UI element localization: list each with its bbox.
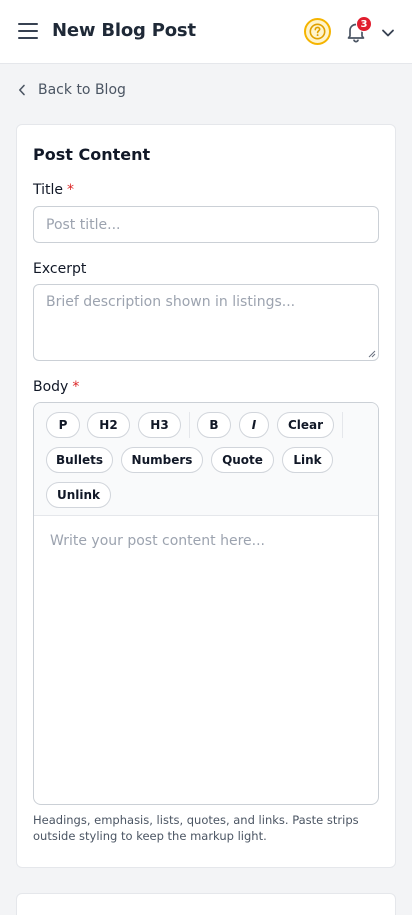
bold-button[interactable]: B [197,412,231,438]
paragraph-button[interactable]: P [46,412,80,438]
body-label-text: Body [33,379,69,395]
title-label-text: Title [33,182,64,198]
heading2-button[interactable]: H2 [87,412,130,438]
required-mark: * [67,182,75,198]
section-title: Post Content [33,145,151,164]
clear-formatting-button[interactable]: Clear [277,412,334,438]
formatting-toolbar: P H2 H3 B I Clear Bullets Numbers Quote … [34,403,378,516]
top-bar: New Blog Post 3 [0,0,412,64]
title-label: Title * [33,182,74,198]
chevron-left-icon [19,84,25,96]
body-helper-text: Headings, emphasis, lists, quotes, and l… [33,813,359,843]
required-mark: * [72,379,80,395]
toolbar-divider [189,412,190,438]
help-icon [309,23,326,40]
back-link-label: Back to Blog [38,82,126,98]
numbers-button[interactable]: Numbers [121,447,203,473]
hamburger-icon[interactable] [18,23,38,41]
excerpt-label: Excerpt [33,261,87,277]
body-editor: P H2 H3 B I Clear Bullets Numbers Quote … [33,402,379,805]
notification-badge: 3 [356,16,372,32]
bullets-button[interactable]: Bullets [46,447,113,473]
toolbar-divider [342,412,343,438]
next-section-card [16,893,396,915]
heading3-button[interactable]: H3 [138,412,181,438]
excerpt-placeholder: Brief description shown in listings... [46,294,296,310]
body-label: Body * [33,379,79,395]
title-input[interactable]: Post title... [33,206,379,243]
account-menu-toggle[interactable] [380,25,396,39]
resize-handle-icon[interactable] [367,349,376,358]
unlink-button[interactable]: Unlink [46,482,111,508]
page-title: New Blog Post [52,20,196,41]
help-button[interactable] [304,18,331,45]
quote-button[interactable]: Quote [211,447,274,473]
title-placeholder: Post title... [46,216,121,233]
body-editor-content[interactable]: Write your post content here... [50,533,265,549]
link-button[interactable]: Link [282,447,333,473]
italic-button[interactable]: I [239,412,269,438]
back-to-blog-link[interactable]: Back to Blog [18,80,126,100]
chevron-down-icon [382,29,394,37]
excerpt-textarea[interactable]: Brief description shown in listings... [33,284,379,361]
post-content-card: Post Content Title * Post title... Excerp… [16,124,396,868]
